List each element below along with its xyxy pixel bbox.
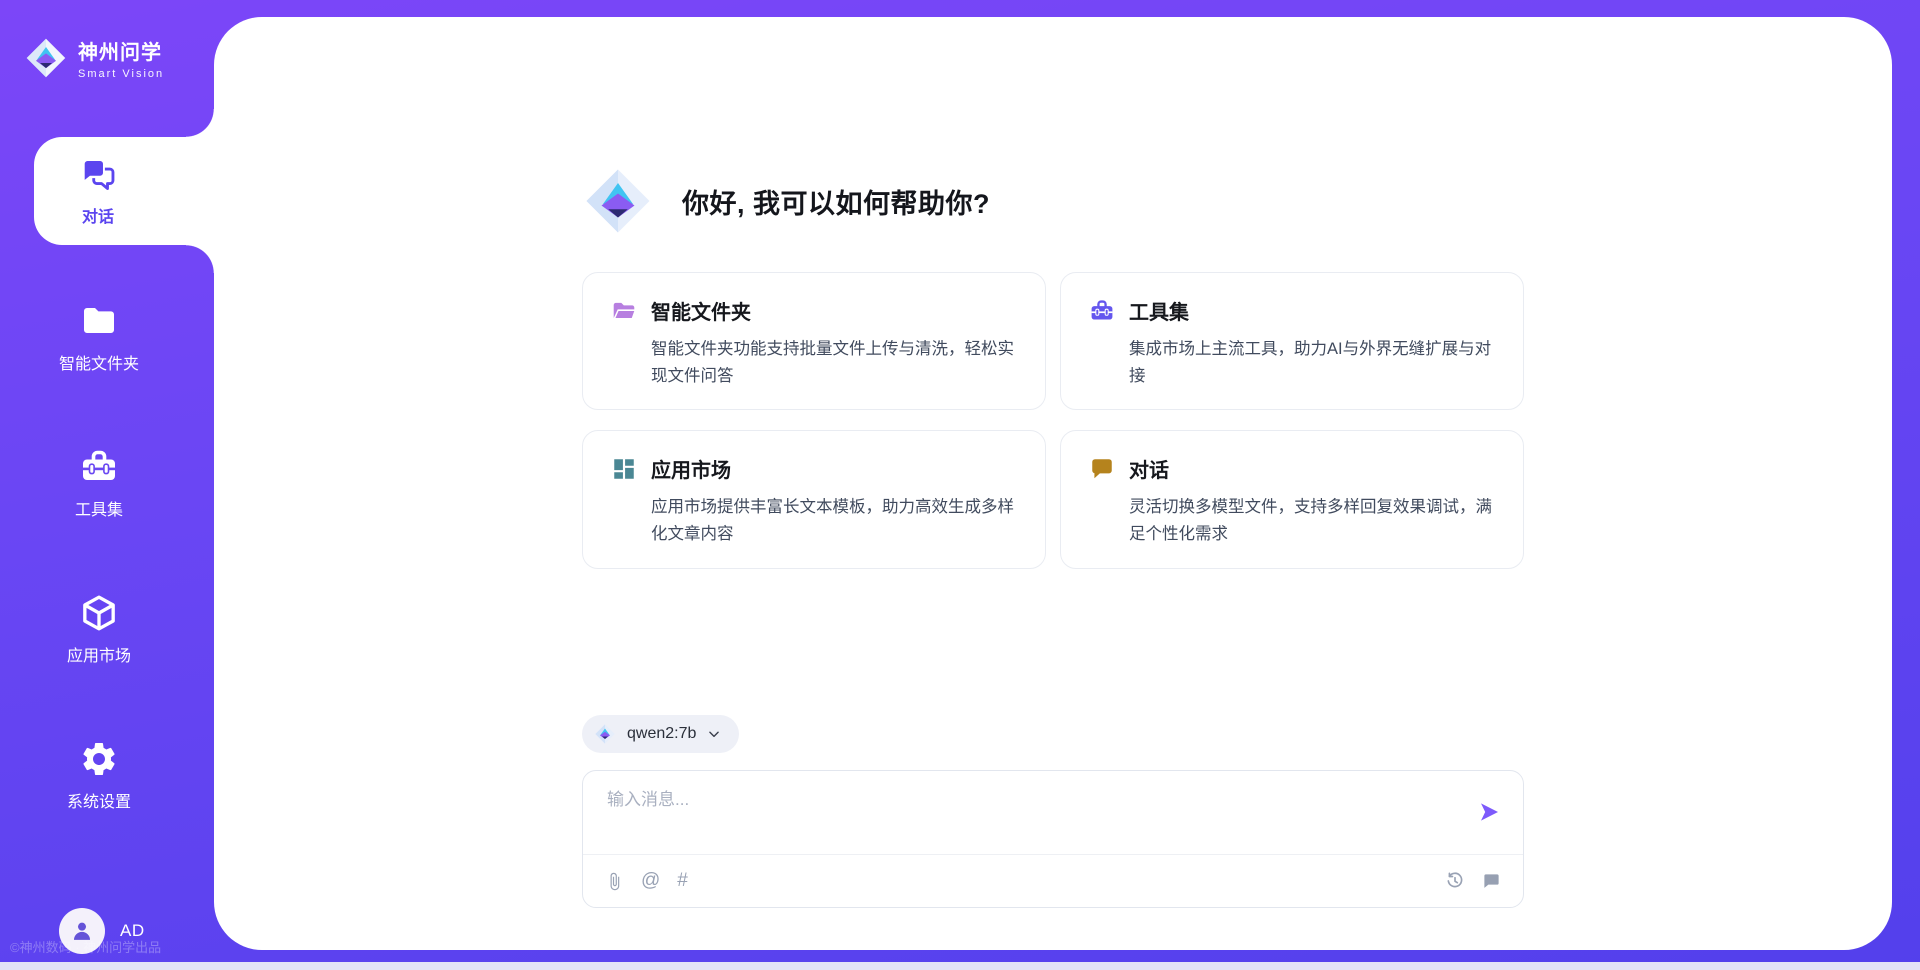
sidebar-item-toolset[interactable]: 工具集 bbox=[9, 429, 189, 537]
dashboard-icon bbox=[611, 456, 637, 482]
sidebar-item-label: 工具集 bbox=[75, 496, 123, 520]
greeting: 你好, 我可以如何帮助你? bbox=[582, 165, 1524, 237]
bottom-strip bbox=[0, 962, 1920, 970]
sidebar-footer: ©神州数码 · 神州问学出品 bbox=[10, 937, 161, 956]
history-icon bbox=[1445, 871, 1465, 891]
main-panel: 你好, 我可以如何帮助你? 智能文件夹 智能文件夹功能支持批量文件上传与清洗，轻… bbox=[214, 17, 1892, 950]
sidebar-item-settings[interactable]: 系统设置 bbox=[9, 721, 189, 829]
card-title: 工具集 bbox=[1129, 296, 1189, 325]
card-desc: 应用市场提供丰富长文本模板，助力高效生成多样化文章内容 bbox=[651, 494, 1017, 547]
brand-logo-icon bbox=[24, 36, 68, 80]
card-chat[interactable]: 对话 灵活切换多模型文件，支持多样回复效果调试，满足个性化需求 bbox=[1060, 430, 1524, 568]
card-toolset[interactable]: 工具集 集成市场上主流工具，助力AI与外界无缝扩展与对接 bbox=[1060, 272, 1524, 410]
model-name: qwen2:7b bbox=[627, 725, 696, 743]
card-smart-folder[interactable]: 智能文件夹 智能文件夹功能支持批量文件上传与清洗，轻松实现文件问答 bbox=[582, 272, 1046, 410]
card-desc: 灵活切换多模型文件，支持多样回复效果调试，满足个性化需求 bbox=[1129, 494, 1495, 547]
brand: 神州问学 Smart Vision bbox=[0, 0, 214, 92]
paperclip-icon bbox=[605, 872, 624, 891]
model-selector[interactable]: qwen2:7b bbox=[582, 715, 739, 753]
mention-button[interactable]: @ bbox=[641, 870, 660, 892]
card-desc: 集成市场上主流工具，助力AI与外界无缝扩展与对接 bbox=[1129, 336, 1495, 389]
sidebar-item-label: 对话 bbox=[82, 203, 114, 227]
greeting-text: 你好, 我可以如何帮助你? bbox=[682, 182, 990, 221]
toolbox-icon bbox=[1089, 298, 1115, 324]
new-chat-button[interactable] bbox=[1482, 872, 1501, 891]
feature-cards: 智能文件夹 智能文件夹功能支持批量文件上传与清洗，轻松实现文件问答 工具 bbox=[582, 272, 1524, 569]
card-title: 智能文件夹 bbox=[651, 296, 751, 325]
folder-open-icon bbox=[611, 298, 637, 324]
model-logo-icon bbox=[594, 723, 616, 745]
message-composer: @ # bbox=[582, 770, 1524, 908]
gear-icon bbox=[79, 739, 119, 779]
send-icon bbox=[1477, 800, 1501, 824]
message-input[interactable] bbox=[607, 788, 1477, 810]
sidebar-item-label: 系统设置 bbox=[67, 788, 131, 812]
card-title: 对话 bbox=[1129, 454, 1169, 483]
chat-bubble-icon bbox=[1089, 456, 1115, 482]
send-button[interactable] bbox=[1477, 800, 1501, 827]
toolbox-icon bbox=[79, 447, 119, 487]
composer-toolbar: @ # bbox=[583, 854, 1523, 907]
sidebar-item-smart-folder[interactable]: 智能文件夹 bbox=[9, 283, 189, 391]
folder-icon bbox=[79, 301, 119, 341]
sidebar-item-chat[interactable]: 对话 bbox=[34, 137, 214, 245]
attach-button[interactable] bbox=[605, 872, 624, 891]
comment-icon bbox=[1482, 872, 1501, 891]
topic-button[interactable]: # bbox=[677, 870, 688, 892]
card-app-market[interactable]: 应用市场 应用市场提供丰富长文本模板，助力高效生成多样化文章内容 bbox=[582, 430, 1046, 568]
card-desc: 智能文件夹功能支持批量文件上传与清洗，轻松实现文件问答 bbox=[651, 336, 1017, 389]
card-title: 应用市场 bbox=[651, 454, 731, 483]
sidebar-item-label: 智能文件夹 bbox=[59, 350, 139, 374]
hash-icon: # bbox=[677, 870, 688, 892]
chevron-down-icon bbox=[707, 727, 721, 741]
history-button[interactable] bbox=[1445, 871, 1465, 891]
sidebar-item-app-market[interactable]: 应用市场 bbox=[9, 575, 189, 683]
sidebar: 神州问学 Smart Vision 对话 智能文件夹 bbox=[0, 0, 214, 970]
sidebar-item-label: 应用市场 bbox=[67, 642, 131, 666]
sidebar-nav: 对话 智能文件夹 工具集 bbox=[0, 137, 214, 867]
chat-icon bbox=[79, 156, 117, 194]
assistant-logo-icon bbox=[582, 165, 654, 237]
at-icon: @ bbox=[641, 870, 660, 892]
brand-name: 神州问学 bbox=[78, 36, 164, 65]
brand-subtitle: Smart Vision bbox=[78, 68, 164, 80]
cube-icon bbox=[79, 593, 119, 633]
